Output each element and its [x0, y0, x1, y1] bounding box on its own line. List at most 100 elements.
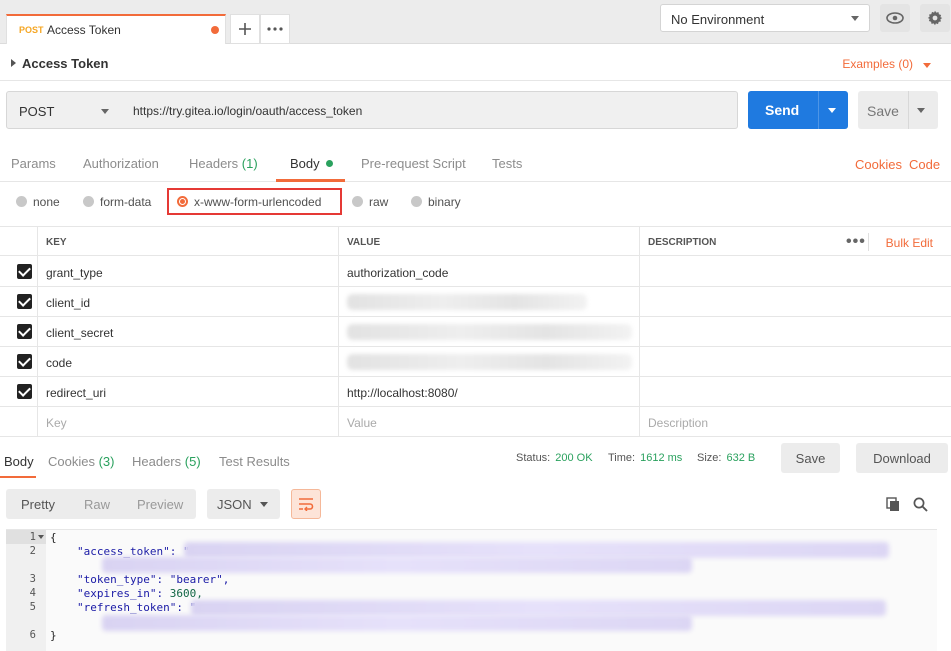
param-description[interactable] — [639, 317, 951, 347]
param-description[interactable] — [639, 347, 951, 377]
row-checkbox[interactable] — [17, 324, 32, 339]
status-value: 200 OK — [555, 452, 593, 464]
row-checkbox[interactable] — [17, 384, 32, 399]
param-value[interactable] — [338, 347, 639, 377]
view-preview[interactable]: Preview — [137, 497, 183, 512]
radio-none[interactable]: none — [16, 195, 60, 209]
settings-button[interactable] — [920, 4, 950, 32]
code-link[interactable]: Code — [909, 157, 940, 172]
line-number: 6 — [29, 629, 36, 641]
table-row: client_id — [0, 287, 951, 317]
table-row-new: Key Value Description — [0, 407, 951, 437]
param-key[interactable]: grant_type — [37, 257, 338, 287]
language-select[interactable]: JSON — [207, 489, 280, 519]
param-description[interactable] — [639, 257, 951, 287]
fold-arrow-icon[interactable] — [38, 535, 44, 539]
view-raw[interactable]: Raw — [84, 497, 110, 512]
environment-quick-look-button[interactable] — [880, 4, 910, 32]
more-options-icon[interactable]: ••• — [846, 233, 866, 251]
tab-body-label: Body — [290, 156, 320, 171]
new-key-input[interactable]: Key — [37, 407, 338, 437]
param-key[interactable]: client_id — [37, 287, 338, 317]
time-value: 1612 ms — [640, 452, 683, 464]
param-description[interactable] — [639, 377, 951, 407]
new-value-input[interactable]: Value — [338, 407, 639, 437]
param-value[interactable]: http://localhost:8080/ — [338, 377, 639, 407]
response-cookies-label: Cookies — [48, 454, 95, 469]
param-key[interactable]: code — [37, 347, 338, 377]
request-tab[interactable]: POST Access Token — [6, 14, 226, 44]
param-value[interactable] — [338, 287, 639, 317]
request-title: Access Token — [22, 56, 109, 71]
send-label: Send — [765, 102, 800, 118]
row-checkbox[interactable] — [17, 264, 32, 279]
cookies-count: (3) — [98, 454, 115, 469]
param-value[interactable] — [338, 317, 639, 347]
time-label: Time: — [608, 452, 636, 464]
environment-select[interactable]: No Environment — [660, 4, 870, 32]
json-close-brace: } — [50, 629, 57, 642]
chevron-down-icon[interactable] — [828, 108, 836, 113]
url-input[interactable]: https://try.gitea.io/login/oauth/access_… — [123, 91, 738, 129]
response-body-code[interactable]: 1 2 3 4 5 6 { "access_token": " "token_t… — [6, 529, 937, 651]
new-description-input[interactable]: Description — [639, 407, 951, 437]
response-tab-headers[interactable]: Headers (5) — [132, 454, 201, 469]
tab-params[interactable]: Params — [11, 156, 56, 171]
radio-none-label: none — [33, 195, 60, 209]
json-expires-in-key: "expires_in": — [77, 587, 170, 600]
tab-prerequest-script[interactable]: Pre-request Script — [361, 156, 466, 171]
save-button[interactable]: Save — [858, 91, 938, 129]
status-label: Status: — [516, 452, 551, 464]
cookies-link[interactable]: Cookies — [855, 157, 902, 172]
body-type-radios: none form-data x-www-form-urlencoded raw… — [0, 187, 951, 217]
method-select[interactable]: POST — [6, 91, 124, 129]
tab-authorization[interactable]: Authorization — [83, 156, 159, 171]
view-pretty[interactable]: Pretty — [21, 497, 55, 512]
send-button[interactable]: Send — [748, 91, 848, 129]
row-checkbox[interactable] — [17, 354, 32, 369]
tab-body[interactable]: Body — [290, 156, 333, 171]
line-number: 4 — [29, 587, 36, 599]
examples-link[interactable]: Examples (0) — [842, 57, 913, 71]
tab-tests[interactable]: Tests — [492, 156, 522, 171]
download-button[interactable]: Download — [856, 443, 948, 473]
chevron-down-icon[interactable] — [917, 108, 925, 113]
radio-raw[interactable]: raw — [352, 195, 388, 209]
param-value[interactable]: authorization_code — [338, 257, 639, 287]
param-description[interactable] — [639, 287, 951, 317]
tab-headers-label: Headers — [189, 156, 239, 171]
tab-options-button[interactable] — [260, 14, 290, 44]
redacted-token — [184, 542, 889, 558]
response-save-button[interactable]: Save — [781, 443, 840, 473]
response-tab-cookies[interactable]: Cookies (3) — [48, 454, 114, 469]
param-key[interactable]: redirect_uri — [37, 377, 338, 407]
row-checkbox[interactable] — [17, 294, 32, 309]
response-headers-count: (5) — [184, 454, 201, 469]
radio-binary[interactable]: binary — [411, 195, 461, 209]
response-tab-body[interactable]: Body — [4, 454, 34, 469]
json-expires-in: "expires_in": 3600, — [77, 587, 203, 600]
response-tab-test-results[interactable]: Test Results — [219, 454, 290, 469]
search-icon[interactable] — [913, 497, 928, 512]
bulk-edit-link[interactable]: Bulk Edit — [886, 236, 933, 250]
copy-icon[interactable] — [886, 497, 900, 512]
more-icon — [267, 27, 283, 31]
radio-icon — [411, 196, 422, 207]
new-tab-button[interactable] — [230, 14, 260, 44]
table-header-row: KEY VALUE DESCRIPTION ••• Bulk Edit — [0, 226, 951, 257]
response-format-row: Pretty Raw Preview JSON — [0, 489, 951, 521]
radio-form-data[interactable]: form-data — [83, 195, 151, 209]
collapse-triangle-icon[interactable] — [11, 59, 16, 67]
radio-icon — [352, 196, 363, 207]
param-key[interactable]: client_secret — [37, 317, 338, 347]
json-refresh-token-key: "refresh_token": " — [77, 601, 197, 614]
wrap-lines-button[interactable] — [291, 489, 321, 519]
line-number: 3 — [29, 573, 36, 585]
column-key-header: KEY — [37, 227, 338, 257]
chevron-down-icon[interactable] — [923, 63, 931, 68]
headers-count: (1) — [241, 156, 258, 171]
tab-headers[interactable]: Headers (1) — [189, 156, 258, 171]
tab-method: POST — [19, 25, 44, 35]
radio-icon — [83, 196, 94, 207]
table-row: redirect_uri http://localhost:8080/ — [0, 377, 951, 407]
